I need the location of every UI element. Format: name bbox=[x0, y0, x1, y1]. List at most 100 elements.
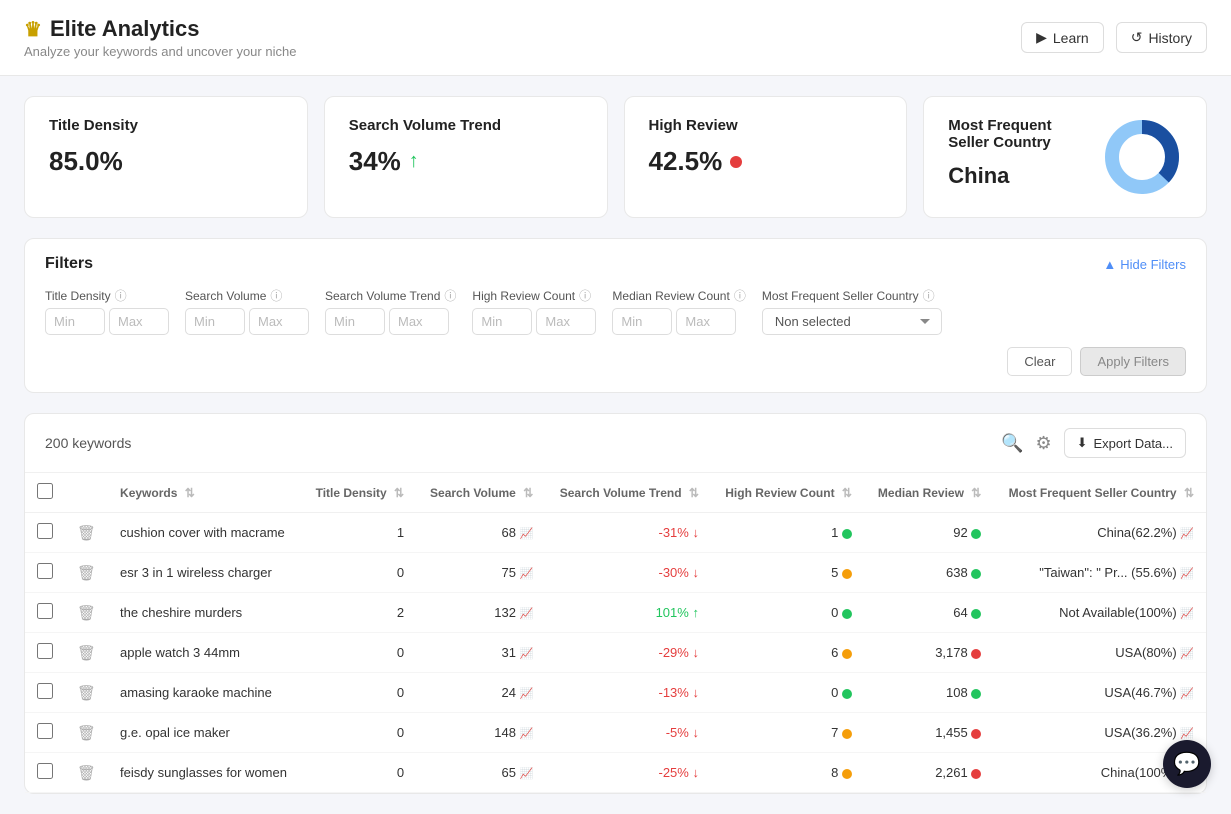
mrc-max-input[interactable] bbox=[676, 308, 736, 335]
hrc-max-input[interactable] bbox=[536, 308, 596, 335]
search-volume-max-input[interactable] bbox=[249, 308, 309, 335]
row-mr: 108 bbox=[864, 673, 993, 713]
search-icon[interactable]: 🔍 bbox=[1001, 433, 1023, 454]
chart-icon: 📈 bbox=[520, 768, 534, 780]
mrc-min-input[interactable] bbox=[612, 308, 672, 335]
export-label: Export Data... bbox=[1094, 436, 1173, 451]
hide-filters-label: Hide Filters bbox=[1120, 257, 1186, 272]
filter-group-high-review: High Review Count ⓘ bbox=[472, 287, 596, 335]
history-button[interactable]: ↺ History bbox=[1116, 22, 1207, 53]
keywords-count: 200 keywords bbox=[45, 435, 131, 451]
title-density-min-input[interactable] bbox=[45, 308, 105, 335]
stat-hr-label: High Review bbox=[649, 117, 883, 134]
row-mr: 1,455 bbox=[864, 713, 993, 753]
chart-icon: 📈 bbox=[520, 728, 534, 740]
row-delete-cell: 🗑 bbox=[65, 673, 108, 713]
clear-button[interactable]: Clear bbox=[1007, 347, 1072, 376]
table-row: 🗑 the cheshire murders 2 132 📈 101% ↑ 0 … bbox=[25, 593, 1206, 633]
row-title-density: 0 bbox=[302, 673, 416, 713]
filter-svt-label: Search Volume Trend ⓘ bbox=[325, 287, 456, 304]
delete-row-button-5[interactable]: 🗑 bbox=[77, 724, 96, 742]
trend-arrow-icon: ↑ bbox=[692, 605, 699, 620]
svt-max-input[interactable] bbox=[389, 308, 449, 335]
stat-sc-label: Most FrequentSeller Country bbox=[948, 117, 1051, 151]
delete-row-button-3[interactable]: 🗑 bbox=[77, 644, 96, 662]
row-checkbox-3[interactable] bbox=[37, 643, 53, 659]
sort-svt-icon[interactable]: ⇅ bbox=[689, 486, 699, 500]
sort-hrc-icon[interactable]: ⇅ bbox=[842, 486, 852, 500]
mr-dot bbox=[971, 609, 981, 619]
sort-sv-icon[interactable]: ⇅ bbox=[523, 486, 533, 500]
apply-filters-button[interactable]: Apply Filters bbox=[1080, 347, 1186, 376]
row-mr: 92 bbox=[864, 513, 993, 553]
table-body: 🗑 cushion cover with macrame 1 68 📈 -31%… bbox=[25, 513, 1206, 793]
country-chart-icon: 📈 bbox=[1180, 568, 1194, 580]
sort-mr-icon[interactable]: ⇅ bbox=[971, 486, 981, 500]
row-keyword: apple watch 3 44mm bbox=[108, 633, 302, 673]
row-checkbox-cell bbox=[25, 593, 65, 633]
chat-button[interactable]: 💬 bbox=[1163, 740, 1211, 788]
col-mr: Median Review ⇅ bbox=[864, 473, 993, 513]
table-row: 🗑 esr 3 in 1 wireless charger 0 75 📈 -30… bbox=[25, 553, 1206, 593]
hrc-dot bbox=[842, 689, 852, 699]
row-checkbox-cell bbox=[25, 713, 65, 753]
row-checkbox-2[interactable] bbox=[37, 603, 53, 619]
delete-row-button-2[interactable]: 🗑 bbox=[77, 604, 96, 622]
delete-row-button-4[interactable]: 🗑 bbox=[77, 684, 96, 702]
row-mr: 2,261 bbox=[864, 753, 993, 793]
row-checkbox-1[interactable] bbox=[37, 563, 53, 579]
row-title-density: 0 bbox=[302, 633, 416, 673]
row-checkbox-5[interactable] bbox=[37, 723, 53, 739]
filter-search-volume-label: Search Volume ⓘ bbox=[185, 287, 309, 304]
keywords-table: Keywords ⇅ Title Density ⇅ Search Volume… bbox=[25, 473, 1206, 793]
table-panel: 200 keywords 🔍 ⚙ ⬇ Export Data... Keywor… bbox=[24, 413, 1207, 794]
delete-row-button-1[interactable]: 🗑 bbox=[77, 564, 96, 582]
row-mr: 3,178 bbox=[864, 633, 993, 673]
learn-label: Learn bbox=[1053, 30, 1089, 46]
delete-row-button-6[interactable]: 🗑 bbox=[77, 764, 96, 782]
search-volume-min-input[interactable] bbox=[185, 308, 245, 335]
settings-icon[interactable]: ⚙ bbox=[1035, 433, 1051, 454]
row-search-volume: 24 📈 bbox=[416, 673, 545, 713]
hrc-dot bbox=[842, 529, 852, 539]
chart-icon: 📈 bbox=[520, 648, 534, 660]
country-select[interactable]: Non selected China USA Taiwan bbox=[762, 308, 942, 335]
row-svt: -25% ↓ bbox=[545, 753, 711, 793]
row-checkbox-0[interactable] bbox=[37, 523, 53, 539]
row-title-density: 0 bbox=[302, 753, 416, 793]
row-hrc: 0 bbox=[711, 593, 864, 633]
hide-filters-button[interactable]: ▲ Hide Filters bbox=[1103, 257, 1186, 272]
stat-title-density-label: Title Density bbox=[49, 117, 283, 134]
select-all-checkbox[interactable] bbox=[37, 483, 53, 499]
row-checkbox-4[interactable] bbox=[37, 683, 53, 699]
col-hrc: High Review Count ⇅ bbox=[711, 473, 864, 513]
app-header: ♛ Elite Analytics Analyze your keywords … bbox=[24, 16, 296, 59]
history-label: History bbox=[1148, 30, 1192, 46]
sort-keywords-icon[interactable]: ⇅ bbox=[185, 486, 195, 500]
row-title-density: 2 bbox=[302, 593, 416, 633]
country-chart-icon: 📈 bbox=[1180, 528, 1194, 540]
trend-up-icon: ↑ bbox=[409, 150, 419, 173]
mr-dot bbox=[971, 649, 981, 659]
delete-col bbox=[65, 473, 108, 513]
history-icon: ↺ bbox=[1131, 29, 1143, 46]
sort-td-icon[interactable]: ⇅ bbox=[394, 486, 404, 500]
sort-country-icon[interactable]: ⇅ bbox=[1184, 486, 1194, 500]
hrc-min-input[interactable] bbox=[472, 308, 532, 335]
filter-hrc-label: High Review Count ⓘ bbox=[472, 287, 596, 304]
chat-icon: 💬 bbox=[1173, 751, 1200, 777]
row-checkbox-6[interactable] bbox=[37, 763, 53, 779]
export-button[interactable]: ⬇ Export Data... bbox=[1064, 428, 1186, 458]
row-checkbox-cell bbox=[25, 753, 65, 793]
title-density-max-input[interactable] bbox=[109, 308, 169, 335]
stat-card-search-volume-trend: Search Volume Trend 34% ↑ bbox=[324, 96, 608, 218]
row-country: "Taiwan": " Pr... (55.6%) 📈 bbox=[993, 553, 1206, 593]
row-delete-cell: 🗑 bbox=[65, 633, 108, 673]
learn-button[interactable]: ▶ Learn bbox=[1021, 22, 1104, 53]
row-svt: -30% ↓ bbox=[545, 553, 711, 593]
delete-row-button-0[interactable]: 🗑 bbox=[77, 524, 96, 542]
trend-arrow-icon: ↓ bbox=[692, 565, 699, 580]
stat-cards: Title Density 85.0% Search Volume Trend … bbox=[24, 96, 1207, 218]
svt-min-input[interactable] bbox=[325, 308, 385, 335]
filters-title: Filters bbox=[45, 255, 93, 273]
